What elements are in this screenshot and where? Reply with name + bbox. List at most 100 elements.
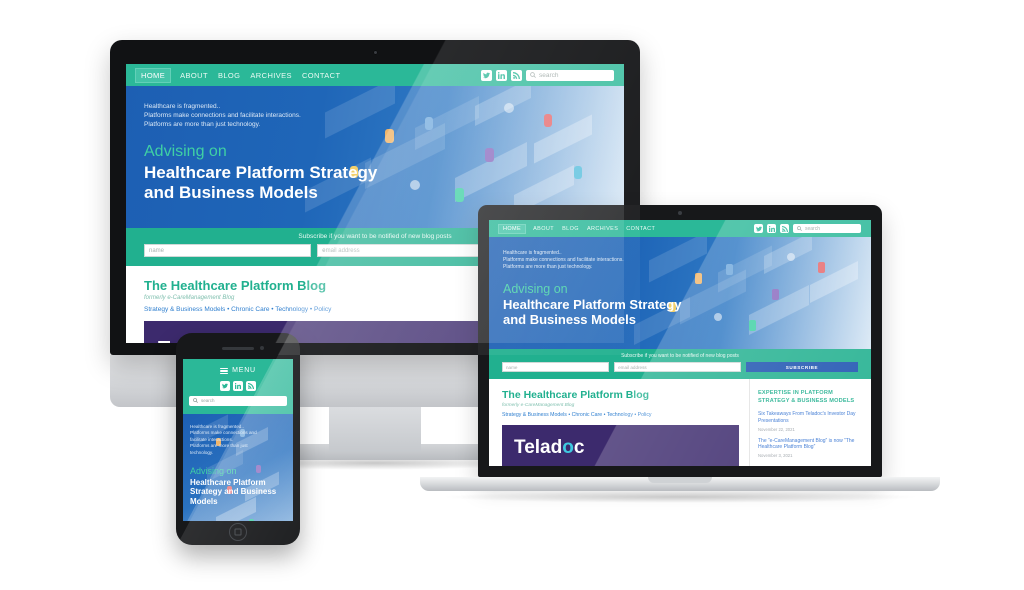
phone-social-row xyxy=(189,380,287,391)
phone-linkedin-icon[interactable] xyxy=(233,380,243,391)
laptop-hero-kicker: Advising on xyxy=(503,282,568,296)
phone-home-button[interactable] xyxy=(229,523,247,541)
laptop-blog-sidebar: EXPERTISE IN PLATFORM STRATEGY & BUSINES… xyxy=(749,379,871,466)
hero-line-1: Healthcare is fragmented.. xyxy=(144,103,221,110)
smartphone: MENU search Healthcare is fragmented.. P… xyxy=(176,333,300,545)
laptop-hero-copy: Healthcare is fragmented.. Platforms mak… xyxy=(489,237,871,327)
monitor-neck xyxy=(329,404,421,452)
hero-line-2: Platforms make connections and facilitat… xyxy=(144,112,301,119)
phone-search-input[interactable]: search xyxy=(189,395,287,406)
laptop-nav-item-about[interactable]: ABOUT xyxy=(533,226,554,232)
laptop-navbar: HOME ABOUT BLOG ARCHIVES CONTACT search xyxy=(489,220,871,237)
laptop-blog-main-column: The Healthcare Platform Blog formerly e-… xyxy=(489,379,749,466)
phone-camera-icon xyxy=(260,346,264,350)
laptop-hero-intro: Healthcare is fragmented.. Platforms mak… xyxy=(503,250,871,271)
device-mockup-stage: HOME ABOUT BLOG ARCHIVES CONTACT search … xyxy=(0,0,1024,590)
laptop-blog-tags: Strategy & Business Models • Chronic Car… xyxy=(502,412,652,418)
phone-navbar: MENU search xyxy=(183,359,293,414)
search-placeholder: search xyxy=(539,71,559,79)
search-input[interactable]: search xyxy=(526,69,614,81)
phone-hero-kicker: Advising on xyxy=(190,465,237,476)
laptop-viewport: HOME ABOUT BLOG ARCHIVES CONTACT search … xyxy=(489,220,871,466)
phone-rss-icon[interactable] xyxy=(246,380,256,391)
hamburger-icon xyxy=(220,366,229,376)
phone-hero-intro: Healthcare is fragmented.. Platforms mak… xyxy=(190,424,262,456)
laptop-webcam-icon xyxy=(678,211,682,215)
hero-line-3: Platforms are more than just technology. xyxy=(144,121,261,128)
laptop-lid: HOME ABOUT BLOG ARCHIVES CONTACT search … xyxy=(478,205,882,477)
laptop-linkedin-icon[interactable] xyxy=(767,224,776,233)
phone-hero-title-line-3: Models xyxy=(190,496,218,506)
navbar: HOME ABOUT BLOG ARCHIVES CONTACT search xyxy=(126,64,624,86)
laptop-hero-line-3: Platforms are more than just technology. xyxy=(503,264,593,270)
website-laptop: HOME ABOUT BLOG ARCHIVES CONTACT search … xyxy=(489,220,871,466)
phone-twitter-icon[interactable] xyxy=(220,380,230,391)
phone-hero-title: Healthcare Platform Strategy and Busines… xyxy=(190,478,293,507)
laptop-hero-banner: Healthcare is fragmented.. Platforms mak… xyxy=(489,237,871,349)
hero-intro: Healthcare is fragmented.. Platforms mak… xyxy=(144,102,624,129)
phone-hero-title-line-2: Strategy and Business xyxy=(190,487,277,497)
rss-icon[interactable] xyxy=(511,69,522,81)
phone-hero-title-line-1: Healthcare Platform xyxy=(190,477,266,487)
laptop-twitter-icon[interactable] xyxy=(754,224,763,233)
laptop-base-notch xyxy=(648,477,712,483)
laptop-nav-item-contact[interactable]: CONTACT xyxy=(626,226,655,232)
laptop-nav-item-home[interactable]: HOME xyxy=(497,223,527,234)
phone-search-placeholder: search xyxy=(201,398,215,404)
laptop-subscribe-email-placeholder: email address xyxy=(618,364,647,370)
laptop-subscribe-bar: Subscribe if you want to be notified of … xyxy=(489,349,871,379)
laptop: HOME ABOUT BLOG ARCHIVES CONTACT search … xyxy=(420,205,940,525)
laptop-nav-item-blog[interactable]: BLOG xyxy=(562,226,579,232)
laptop-hero-title: Healthcare Platform Strategy and Busines… xyxy=(503,297,871,327)
nav-item-blog[interactable]: BLOG xyxy=(218,71,240,80)
laptop-shadow xyxy=(440,491,920,503)
phone-body: MENU search Healthcare is fragmented.. P… xyxy=(176,333,300,545)
hero-copy: Healthcare is fragmented.. Platforms mak… xyxy=(126,86,624,203)
nav-item-archives[interactable]: ARCHIVES xyxy=(250,71,292,80)
laptop-search-placeholder: search xyxy=(805,225,821,232)
laptop-search-input[interactable]: search xyxy=(793,224,861,233)
nav-item-home[interactable]: HOME xyxy=(134,67,172,83)
laptop-nav-item-archives[interactable]: ARCHIVES xyxy=(587,226,618,232)
subscribe-email-placeholder: email address xyxy=(322,247,360,254)
laptop-hero-line-2: Platforms make connections and facilitat… xyxy=(503,257,624,263)
phone-hero-copy: Healthcare is fragmented.. Platforms mak… xyxy=(183,414,293,507)
laptop-sidebar-heading: EXPERTISE IN PLATFORM STRATEGY & BUSINES… xyxy=(758,389,863,405)
phone-hero-line-2: Platforms make connections and facilitat… xyxy=(190,430,257,442)
laptop-subscribe-form: name email address SUBSCRIBE xyxy=(502,362,858,372)
laptop-subscribe-name-placeholder: name xyxy=(506,364,518,370)
laptop-sidebar-heading-line-1: EXPERTISE IN PLATFORM xyxy=(758,390,833,396)
promo-logo-accent: o xyxy=(562,437,574,458)
nav-item-about[interactable]: ABOUT xyxy=(180,71,208,80)
laptop-sidebar-post-1[interactable]: Six Takeaways From Teladoc's Investor Da… xyxy=(758,411,863,432)
laptop-blog-title: The Healthcare Platform Blog xyxy=(502,389,650,401)
laptop-sidebar-post-2[interactable]: The “e-CareManagement Blog” is now “The … xyxy=(758,438,863,459)
search-icon xyxy=(530,72,536,78)
laptop-subscribe-email-input[interactable]: email address xyxy=(614,362,741,372)
subscribe-name-input[interactable]: name xyxy=(144,244,312,257)
laptop-hero-title-line-2: and Business Models xyxy=(503,312,636,327)
laptop-nav-right: search xyxy=(754,224,861,233)
nav-item-contact[interactable]: CONTACT xyxy=(302,71,341,80)
webcam-icon xyxy=(372,50,378,55)
laptop-subscribe-name-input[interactable]: name xyxy=(502,362,610,372)
nav-right: search xyxy=(481,69,614,81)
phone-menu-label: MENU xyxy=(232,367,256,375)
phone-hero-line-3: Platforms are more than just technology. xyxy=(190,443,248,455)
linkedin-icon[interactable] xyxy=(496,69,507,81)
nav-links: HOME ABOUT BLOG ARCHIVES CONTACT xyxy=(134,67,341,83)
phone-hero-banner: Healthcare is fragmented.. Platforms mak… xyxy=(183,413,293,521)
phone-viewport: MENU search Healthcare is fragmented.. P… xyxy=(183,359,293,521)
laptop-sidebar-post-2-title: The “e-CareManagement Blog” is now “The … xyxy=(758,437,855,451)
twitter-icon[interactable] xyxy=(481,69,492,81)
hero-kicker: Advising on xyxy=(144,143,227,160)
phone-menu-button[interactable]: MENU xyxy=(189,366,287,376)
laptop-promo-logo: Teladoc xyxy=(514,437,585,458)
laptop-hero-line-1: Healthcare is fragmented.. xyxy=(503,250,562,256)
laptop-hero-title-line-1: Healthcare Platform Strategy xyxy=(503,297,682,312)
laptop-promo-banner[interactable]: Teladoc xyxy=(502,425,739,466)
laptop-rss-icon[interactable] xyxy=(780,224,789,233)
hero-title-line-2: and Business Models xyxy=(144,183,318,202)
laptop-subscribe-button[interactable]: SUBSCRIBE xyxy=(746,362,858,372)
hero-title-line-1: Healthcare Platform Strategy xyxy=(144,163,378,182)
